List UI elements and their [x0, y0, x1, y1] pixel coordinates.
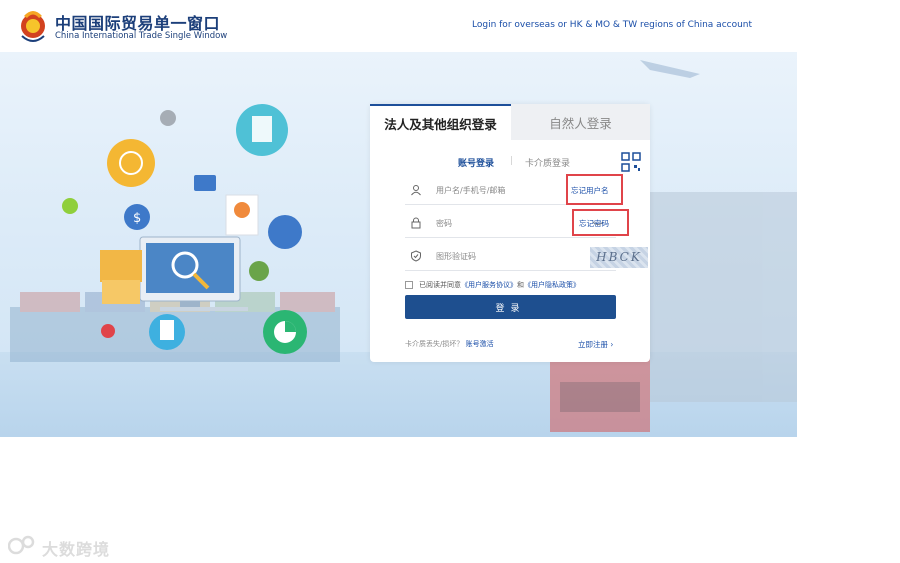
- logo-title-en: China International Trade Single Window: [55, 31, 228, 41]
- register-link[interactable]: 立即注册 ›: [578, 339, 613, 350]
- username-placeholder: 用户名/手机号/邮箱: [436, 186, 506, 195]
- user-icon: [411, 185, 421, 196]
- logo-icon: [21, 11, 45, 42]
- truck-bubble-icon: [249, 261, 269, 281]
- briefcase-icon: [194, 175, 216, 191]
- gray-dot: [160, 110, 176, 126]
- agreement-prefix: 已阅读并同意: [419, 281, 461, 289]
- header: 中国国际贸易单一窗口 China International Trade Sin…: [0, 0, 900, 52]
- presentation-bubble-icon: [268, 215, 302, 249]
- airplane-icon: [640, 60, 700, 78]
- red-dot: [101, 324, 115, 338]
- subtab-separator: |: [510, 156, 514, 166]
- card-help-row: 卡介质丢失/损坏？ 账号激活: [405, 339, 494, 349]
- forgot-password-highlight: [572, 209, 629, 236]
- captcha-placeholder: 图形验证码: [436, 252, 476, 261]
- watermark-text: 大数跨境: [42, 540, 111, 559]
- package-icon: [100, 250, 142, 304]
- register-label: 立即注册: [578, 340, 608, 349]
- account-activate-link[interactable]: 账号激活: [466, 340, 494, 348]
- login-button[interactable]: 登录: [405, 295, 616, 319]
- captcha-image[interactable]: HBCK: [590, 247, 648, 268]
- privacy-policy-link[interactable]: 《用户隐私政策》: [524, 280, 580, 290]
- watermark: 大数跨境: [8, 534, 148, 559]
- agreement-row: 已阅读并同意 《用户服务协议》 和 《用户隐私政策》: [405, 280, 580, 290]
- globe-bubble-icon: [107, 139, 155, 187]
- card-lost-text: 卡介质丢失/损坏？: [405, 340, 464, 348]
- agreement-and: 和: [517, 281, 524, 289]
- subtab-card-login[interactable]: 卡介质登录: [525, 156, 570, 169]
- overseas-login-link[interactable]: Login for overseas or HK & MO & TW regio…: [472, 20, 752, 30]
- subtab-account-login[interactable]: 账号登录: [458, 156, 494, 169]
- tab-individual-login[interactable]: 自然人登录: [511, 104, 650, 140]
- chevron-right-icon: ›: [610, 340, 614, 349]
- svg-text:$: $: [133, 211, 141, 226]
- captcha-field[interactable]: 图形验证码 HBCK: [405, 244, 648, 271]
- lock-icon: [411, 217, 421, 229]
- green-dot: [62, 198, 78, 214]
- service-agreement-link[interactable]: 《用户服务协议》: [461, 280, 517, 290]
- tab-organization-login[interactable]: 法人及其他组织登录: [370, 104, 511, 140]
- forgot-username-highlight: [566, 174, 623, 205]
- watermark-logo-icon: [8, 535, 35, 555]
- monitor-icon: [139, 236, 248, 311]
- agreement-checkbox[interactable]: [405, 281, 413, 289]
- qr-code-icon[interactable]: [621, 152, 641, 172]
- password-placeholder: 密码: [436, 219, 452, 228]
- shield-check-icon: [411, 250, 421, 262]
- page: 中国国际贸易单一窗口 China International Trade Sin…: [0, 0, 900, 563]
